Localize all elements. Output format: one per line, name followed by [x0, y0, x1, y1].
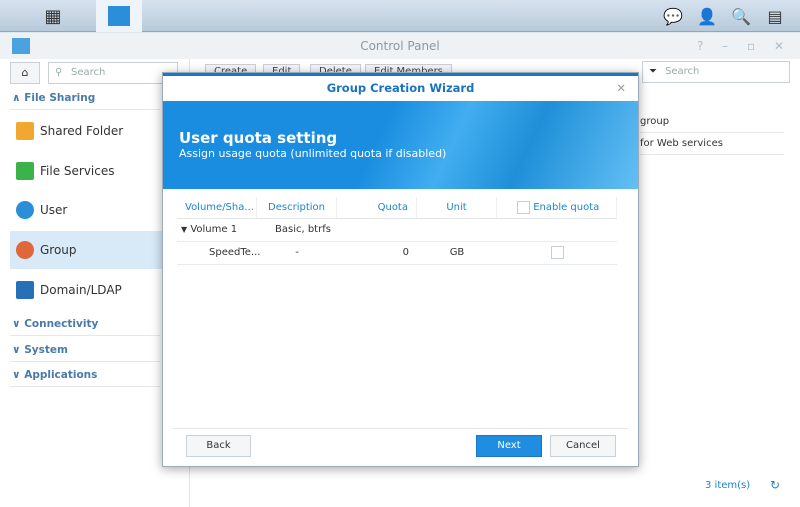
divider: [10, 109, 160, 110]
back-button[interactable]: Back: [186, 435, 251, 457]
table-row[interactable]: SpeedTe... - 0 GB: [177, 242, 617, 265]
wizard-banner: User quota setting Assign usage quota (u…: [163, 101, 638, 189]
item-count: 3 item(s): [705, 480, 751, 491]
category-file-sharing[interactable]: ∧ File Sharing: [12, 92, 95, 104]
chat-icon: 💬: [663, 6, 683, 26]
step-description: Assign usage quota (unlimited quota if d…: [179, 147, 447, 160]
enable-all-checkbox[interactable]: [517, 200, 530, 214]
filter-icon: ⏷: [649, 66, 657, 77]
sidebar-search-input[interactable]: ⚲ Search: [48, 62, 178, 84]
main-menu-button[interactable]: ▦: [30, 0, 76, 32]
category-applications[interactable]: ∨ Applications: [12, 369, 97, 381]
share-name: SpeedTe...: [209, 247, 261, 258]
share-description: -: [295, 247, 299, 258]
collapse-icon[interactable]: ▼: [181, 225, 187, 234]
file-services-icon: [16, 162, 34, 180]
wizard-footer: Back Next Cancel: [173, 428, 628, 458]
window-titlebar: Control Panel ? – ▫ ✕: [0, 33, 800, 59]
next-button[interactable]: Next: [476, 435, 542, 457]
grid-header: Volume/Sha... Description Quota Unit Ena…: [177, 197, 617, 219]
widgets-icon: ▤: [767, 6, 783, 26]
close-icon[interactable]: ✕: [616, 76, 626, 101]
refresh-icon[interactable]: ↻: [770, 478, 780, 492]
close-icon[interactable]: ✕: [774, 33, 784, 59]
col-volume[interactable]: Volume/Sha...: [177, 197, 257, 218]
col-enable-quota[interactable]: Enable quota: [497, 197, 617, 218]
enable-quota-checkbox[interactable]: [550, 245, 564, 259]
table-row[interactable]: group: [640, 111, 784, 133]
help-icon[interactable]: ?: [697, 33, 703, 59]
quota-grid: Volume/Sha... Description Quota Unit Ena…: [177, 197, 617, 265]
user-icon: 👤: [697, 6, 717, 26]
domain-icon: [16, 281, 34, 299]
table-row[interactable]: for Web services: [640, 133, 784, 155]
divider: [10, 386, 160, 387]
home-icon: ⌂: [21, 66, 29, 79]
minimize-icon[interactable]: –: [722, 33, 728, 59]
widgets-button[interactable]: ▤: [752, 0, 798, 32]
cancel-button[interactable]: Cancel: [550, 435, 616, 457]
control-panel-task-button[interactable]: [96, 0, 142, 32]
app-icon: [12, 38, 30, 54]
window-title: Control Panel: [360, 39, 440, 53]
col-quota[interactable]: Quota: [337, 197, 417, 218]
group-icon: [16, 241, 34, 259]
volume-group-row[interactable]: ▼ Volume 1 Basic, btrfs: [177, 219, 617, 242]
category-system[interactable]: ∨ System: [12, 344, 68, 356]
col-description[interactable]: Description: [257, 197, 337, 218]
category-connectivity[interactable]: ∨ Connectivity: [12, 318, 98, 330]
step-heading: User quota setting: [179, 129, 338, 147]
quota-value[interactable]: 0: [337, 242, 417, 264]
grid-icon: ▦: [44, 5, 62, 27]
user-icon: [16, 201, 34, 219]
home-button[interactable]: ⌂: [10, 62, 40, 84]
filter-search-input[interactable]: ⏷ Search: [642, 61, 790, 83]
unit-value[interactable]: GB: [417, 242, 497, 264]
wizard-titlebar: Group Creation Wizard ✕: [163, 73, 638, 101]
search-icon: 🔍: [731, 6, 751, 26]
folder-icon: [16, 122, 34, 140]
divider: [10, 335, 160, 336]
maximize-icon[interactable]: ▫: [747, 33, 755, 59]
search-icon: ⚲: [55, 67, 63, 78]
group-creation-wizard: Group Creation Wizard ✕ User quota settin…: [162, 72, 639, 467]
taskbar: ▦ 💬 👤 🔍 ▤: [0, 0, 800, 32]
volume-description: Basic, btrfs: [275, 224, 331, 235]
col-unit[interactable]: Unit: [417, 197, 497, 218]
control-panel-icon: [108, 6, 130, 26]
divider: [10, 361, 160, 362]
